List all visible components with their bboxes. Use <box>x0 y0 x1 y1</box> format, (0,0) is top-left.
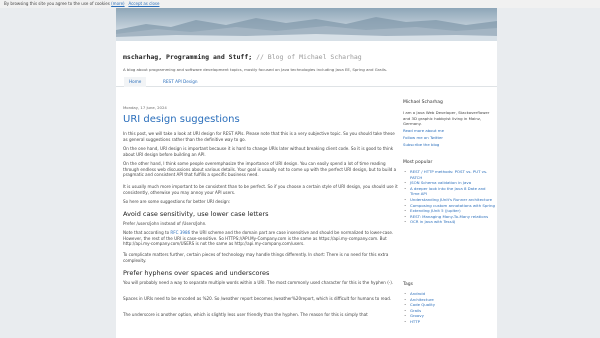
subscribe-blog-link[interactable]: Subscribe the blog <box>403 142 439 147</box>
section-heading: Prefer hyphens over spaces and underscor… <box>123 269 270 277</box>
section-heading: Avoid case sensitivity, use lower case l… <box>123 210 269 218</box>
read-more-about-me-link[interactable]: Read more about me <box>403 128 444 133</box>
post-paragraph: So here are some suggestions for better … <box>123 199 231 204</box>
blog-description: A blog about programming and software de… <box>123 67 388 72</box>
mountain-landscape-image <box>116 17 497 41</box>
tags-list: Android Architecture Code Quality Grails… <box>403 291 495 325</box>
author-about: I am a Java Web Developer, Stackoverflow… <box>403 110 490 127</box>
cookie-more-link[interactable]: (more) <box>111 1 124 6</box>
post-paragraph: Spaces in URIs need to be encoded as %20… <box>123 296 392 301</box>
author-name: Michael Scharhag <box>403 100 443 105</box>
post-paragraph: In this post, we will take a look at URI… <box>123 131 395 142</box>
blog-title[interactable]: mscharhag, Programming and Stuff; // Blo… <box>123 53 362 61</box>
tags-heading: Tags <box>403 282 413 287</box>
cookie-bar: By browsing this site you agree to the u… <box>0 0 600 8</box>
blog-subtitle: // Blog of Michael Scharhag <box>256 53 362 61</box>
rfc-3986-link[interactable]: RFC 3986 <box>170 230 190 235</box>
paragraph-text: Note that according to <box>123 230 170 235</box>
post-paragraph: The underscore is another option, which … <box>123 312 368 317</box>
tab-rest-api-design[interactable]: REST API Design <box>158 77 203 87</box>
post-paragraph: It is usually much more important to be … <box>123 184 398 195</box>
follow-twitter-link[interactable]: Follow me on Twitter <box>403 135 443 140</box>
tag-link[interactable]: HTTP <box>403 319 495 325</box>
popular-post-link[interactable]: A deeper look into the Java 8 Date and T… <box>403 186 495 197</box>
post-paragraph: Note that according to RFC 3986 the URI … <box>123 230 398 247</box>
post-paragraph: Prefer /users/john instead of /Users/Joh… <box>123 221 207 226</box>
tab-home[interactable]: Home <box>124 77 147 87</box>
header-banner-image <box>116 8 497 41</box>
post-paragraph: On the other hand, I think some people o… <box>123 161 397 178</box>
post-paragraph: On the one hand, URI design is important… <box>123 146 394 157</box>
main-content: Monday, 17 June, 2024 URI design suggest… <box>116 88 399 338</box>
post-title[interactable]: URI design suggestions <box>123 114 240 125</box>
post-date: Monday, 17 June, 2024 <box>123 105 167 110</box>
post-paragraph: You will probably need a way to separate… <box>123 280 394 285</box>
cookie-accept-link[interactable]: Accept as close <box>128 1 159 6</box>
popular-post-link[interactable]: OCR in Java with Tess4J <box>403 219 495 225</box>
blog-title-text: mscharhag, Programming and Stuff; <box>123 53 253 61</box>
cookie-text: By browsing this site you agree to the u… <box>4 1 110 6</box>
blog-header: mscharhag, Programming and Stuff; // Blo… <box>116 41 497 77</box>
nav-bar: Home REST API Design <box>116 77 497 87</box>
sidebar: Michael Scharhag I am a Java Web Develop… <box>400 88 497 338</box>
popular-post-link[interactable]: REST / HTTP methods: POST vs. PUT vs. PA… <box>403 169 495 180</box>
post-paragraph: To complicate matters further, certain p… <box>123 252 389 263</box>
page: mscharhag, Programming and Stuff; // Blo… <box>116 8 497 338</box>
most-popular-list: REST / HTTP methods: POST vs. PUT vs. PA… <box>403 169 495 225</box>
most-popular-heading: Most popular <box>403 160 433 165</box>
